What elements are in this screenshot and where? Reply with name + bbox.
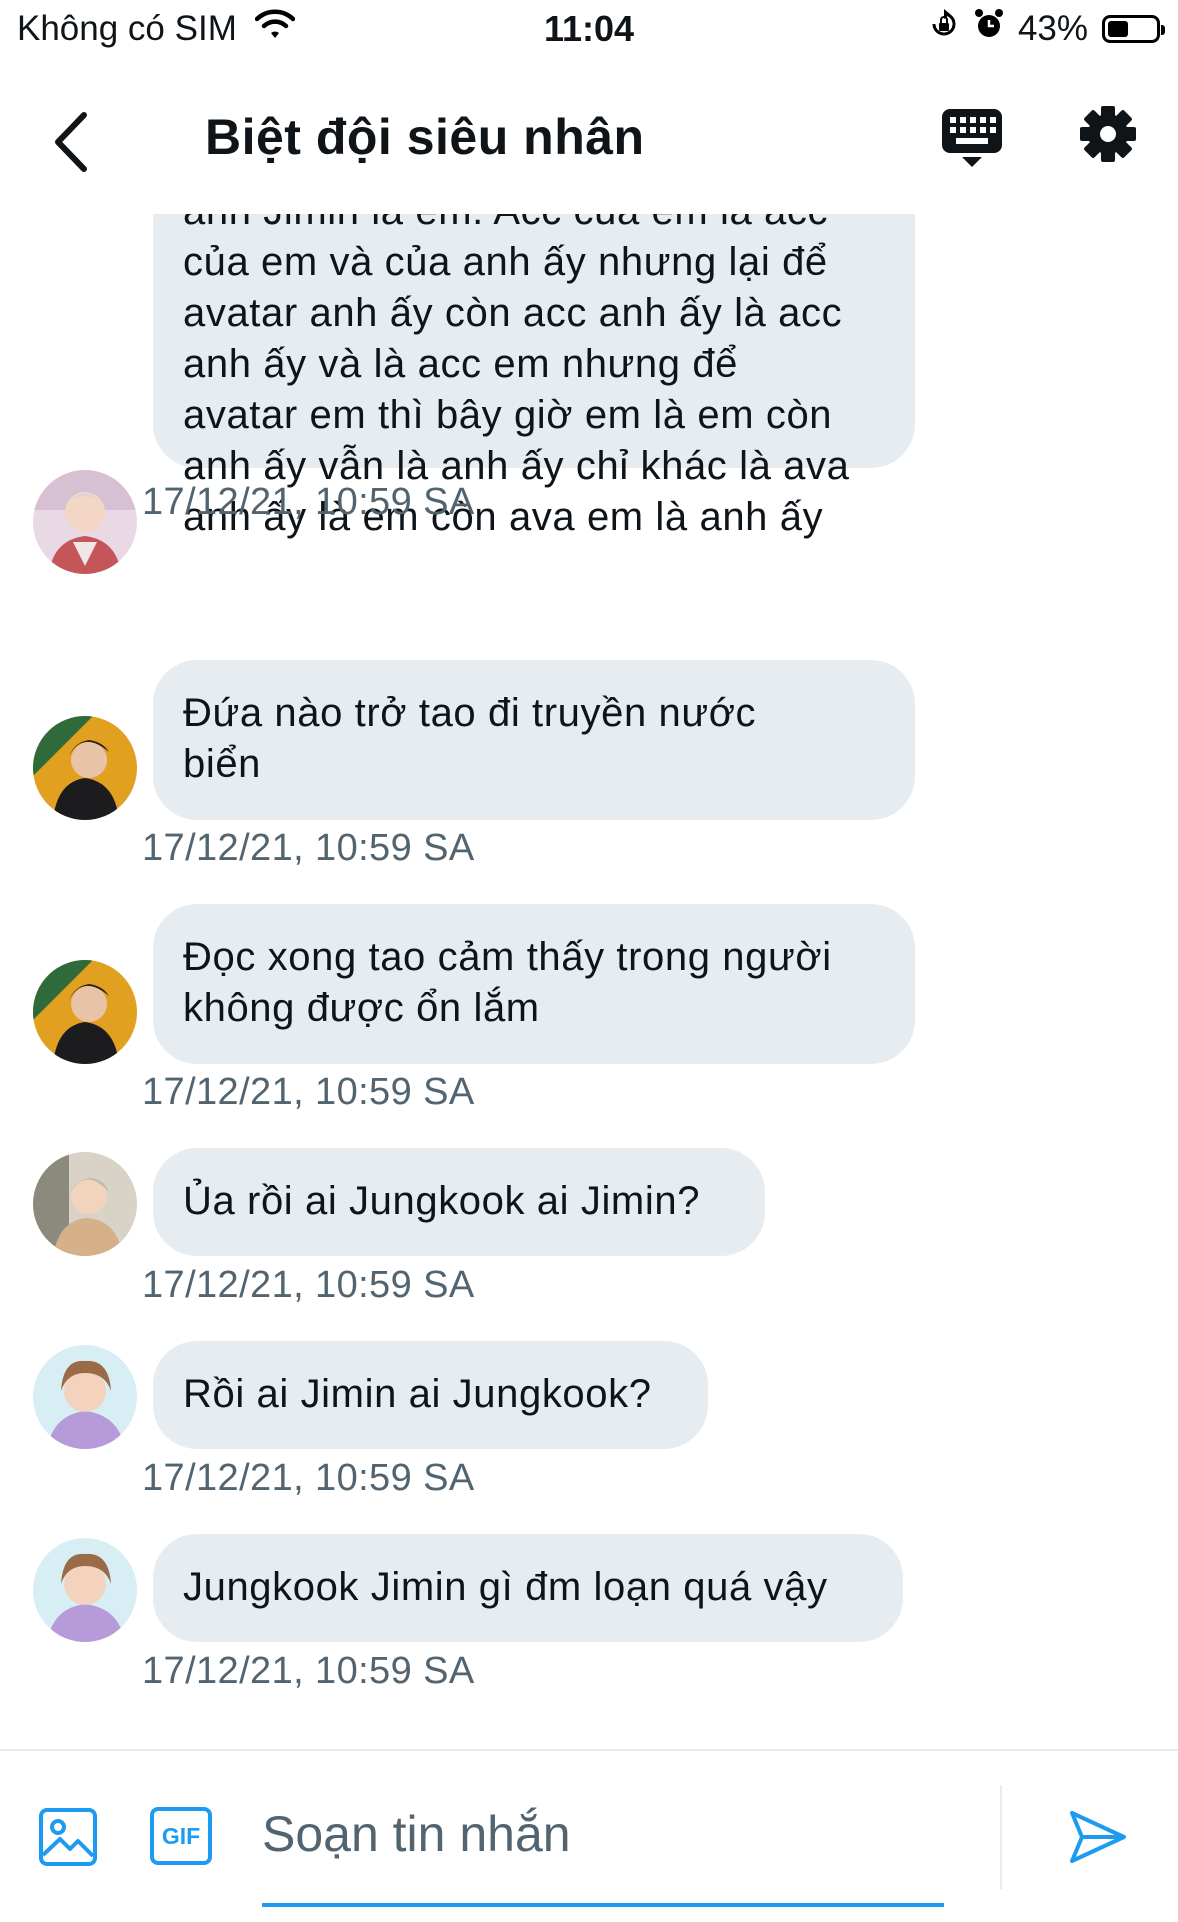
message-input[interactable] <box>262 1799 942 1869</box>
avatar[interactable] <box>33 1345 137 1449</box>
settings-button[interactable] <box>1078 104 1138 164</box>
avatar-b-image <box>33 960 137 1064</box>
battery-icon <box>1102 14 1165 43</box>
image-icon <box>39 1808 97 1866</box>
avatar-d-image <box>33 1345 137 1449</box>
status-right: 43% <box>928 8 1165 49</box>
avatar[interactable] <box>33 716 137 820</box>
send-button[interactable] <box>1068 1807 1128 1867</box>
message-bubble[interactable]: Rồi ai Jimin ai Jungkook? <box>153 1341 708 1449</box>
message-composer: GIF <box>0 1749 1178 1922</box>
avatar[interactable] <box>33 1152 137 1256</box>
composer-divider <box>1000 1785 1002 1889</box>
message-timestamp: 17/12/21, 10:59 SA <box>142 1457 475 1499</box>
back-button[interactable] <box>40 102 100 182</box>
send-icon <box>1070 1811 1126 1863</box>
conversation-title: Biệt đội siêu nhân <box>205 109 645 165</box>
add-gif-button[interactable]: GIF <box>150 1807 212 1865</box>
avatar-b-image <box>33 716 137 820</box>
message-timestamp: 17/12/21, 10:59 SA <box>142 1650 475 1692</box>
message-timestamp: 17/12/21, 10:59 SA <box>142 481 475 523</box>
message-timestamp: 17/12/21, 10:59 SA <box>142 1071 475 1113</box>
avatar[interactable] <box>33 470 137 574</box>
add-photo-button[interactable] <box>38 1807 98 1867</box>
message-bubble[interactable]: Đọc xong tao cảm thấy trong người không … <box>153 904 915 1064</box>
avatar[interactable] <box>33 960 137 1064</box>
conversation-header: Biệt đội siêu nhân <box>0 62 1178 214</box>
message-bubble[interactable]: Ủa rồi ai Jungkook ai Jimin? <box>153 1148 765 1256</box>
battery-percent: 43% <box>1017 8 1088 48</box>
message-bubble[interactable]: Jungkook Jimin gì đm loạn quá vậy <box>153 1534 903 1642</box>
message-timestamp: 17/12/21, 10:59 SA <box>142 1264 475 1306</box>
avatar[interactable] <box>33 1538 137 1642</box>
message-bubble[interactable]: Đứa nào trở tao đi truyền nước biển <box>153 660 915 820</box>
gear-icon <box>1080 106 1136 162</box>
avatar-d-image <box>33 1538 137 1642</box>
gif-icon: GIF <box>161 1822 201 1849</box>
avatar-a-image <box>33 470 137 574</box>
battery-level-fill <box>1108 20 1128 37</box>
message-list[interactable]: anh Jimin là em. Acc của em là acc của e… <box>0 214 1178 1749</box>
status-bar: Không có SIM 11:04 43% <box>0 0 1178 62</box>
keyboard-shortcuts-button[interactable] <box>940 107 1004 171</box>
orientation-lock-icon <box>928 8 960 49</box>
input-focus-underline <box>262 1903 944 1907</box>
message-bubble[interactable]: anh Jimin là em. Acc của em là acc của e… <box>153 214 915 539</box>
avatar-c-image <box>33 1152 137 1256</box>
alarm-icon <box>974 8 1004 49</box>
keyboard-icon <box>942 109 1002 167</box>
back-chevron-icon <box>55 112 87 172</box>
message-timestamp: 17/12/21, 10:59 SA <box>142 827 475 869</box>
